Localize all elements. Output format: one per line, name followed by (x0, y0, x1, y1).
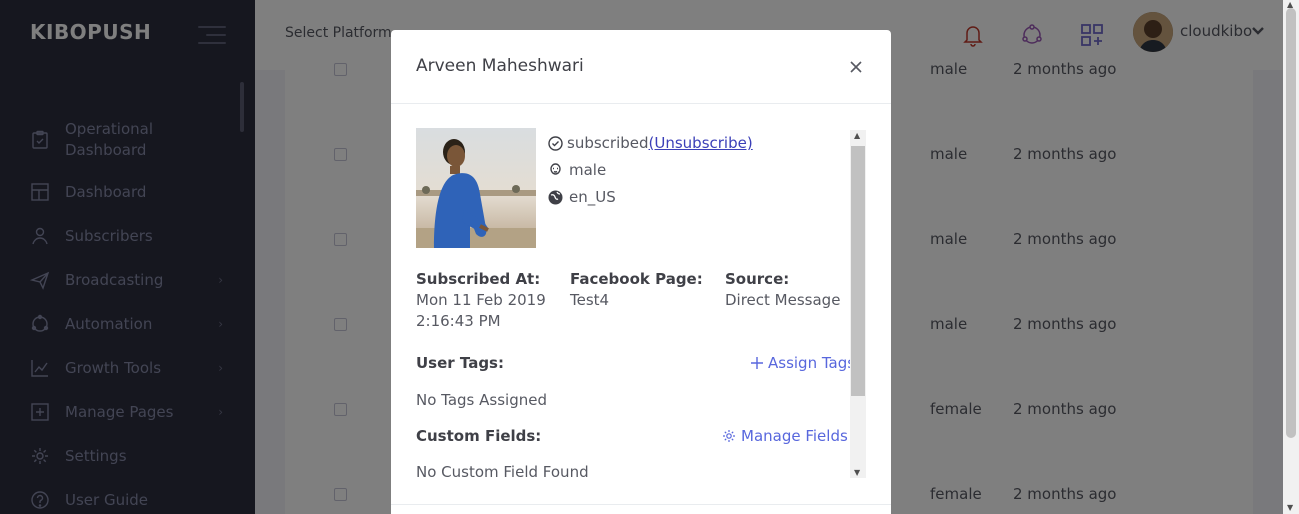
unsubscribe-link[interactable]: (Unsubscribe) (649, 134, 753, 152)
modal-header: Arveen Maheshwari (391, 30, 891, 104)
subscribed-at-label: Subscribed At: (416, 270, 541, 288)
plus-icon (751, 357, 763, 369)
no-custom-fields-text: No Custom Field Found (416, 463, 589, 480)
scroll-down-arrow-icon[interactable]: ▼ (1287, 503, 1293, 512)
gender-text: male (569, 161, 607, 179)
facebook-page-value: Test4 (570, 291, 610, 309)
locale-info: en_US (548, 188, 616, 206)
gear-icon (723, 430, 735, 442)
scroll-up-arrow-icon[interactable]: ▲ (854, 131, 860, 140)
subscription-status: subscribed (Unsubscribe) (548, 134, 753, 152)
scroll-down-arrow-icon[interactable]: ▼ (854, 468, 860, 477)
page-scrollbar[interactable]: ▲ ▼ (1283, 0, 1299, 514)
locale-text: en_US (569, 188, 616, 206)
user-tags-label: User Tags: (416, 354, 504, 372)
subscriber-profile-photo (416, 128, 536, 248)
facebook-page-label: Facebook Page: (570, 270, 703, 288)
subscribed-at-date: Mon 11 Feb 2019 (416, 291, 546, 309)
status-text: subscribed (567, 134, 649, 152)
modal-body: subscribed (Unsubscribe) male en_US Subs… (416, 128, 866, 480)
modal-divider (391, 504, 891, 505)
assign-tags-label: Assign Tags (768, 354, 856, 372)
assign-tags-button[interactable]: Assign Tags (751, 354, 855, 372)
modal-title: Arveen Maheshwari (416, 56, 584, 76)
person-icon (550, 162, 561, 175)
page-scrollbar-thumb[interactable] (1286, 8, 1296, 438)
gender-info: male (548, 161, 606, 179)
close-icon[interactable] (849, 60, 863, 74)
no-tags-text: No Tags Assigned (416, 391, 547, 409)
modal-body-scrollbar[interactable]: ▲ ▼ (850, 130, 866, 478)
subscriber-profile-modal: Arveen Maheshwari subscribed (Unsubscrib… (391, 30, 891, 514)
modal-scrollbar-thumb[interactable] (851, 146, 865, 396)
manage-fields-label: Manage Fields (741, 427, 848, 445)
globe-icon (548, 190, 563, 204)
source-label: Source: (725, 270, 790, 288)
check-circle-icon (548, 135, 563, 151)
custom-fields-label: Custom Fields: (416, 427, 542, 445)
subscribed-at-time: 2:16:43 PM (416, 312, 501, 330)
source-value: Direct Message (725, 291, 841, 309)
manage-fields-button[interactable]: Manage Fields (722, 427, 848, 445)
